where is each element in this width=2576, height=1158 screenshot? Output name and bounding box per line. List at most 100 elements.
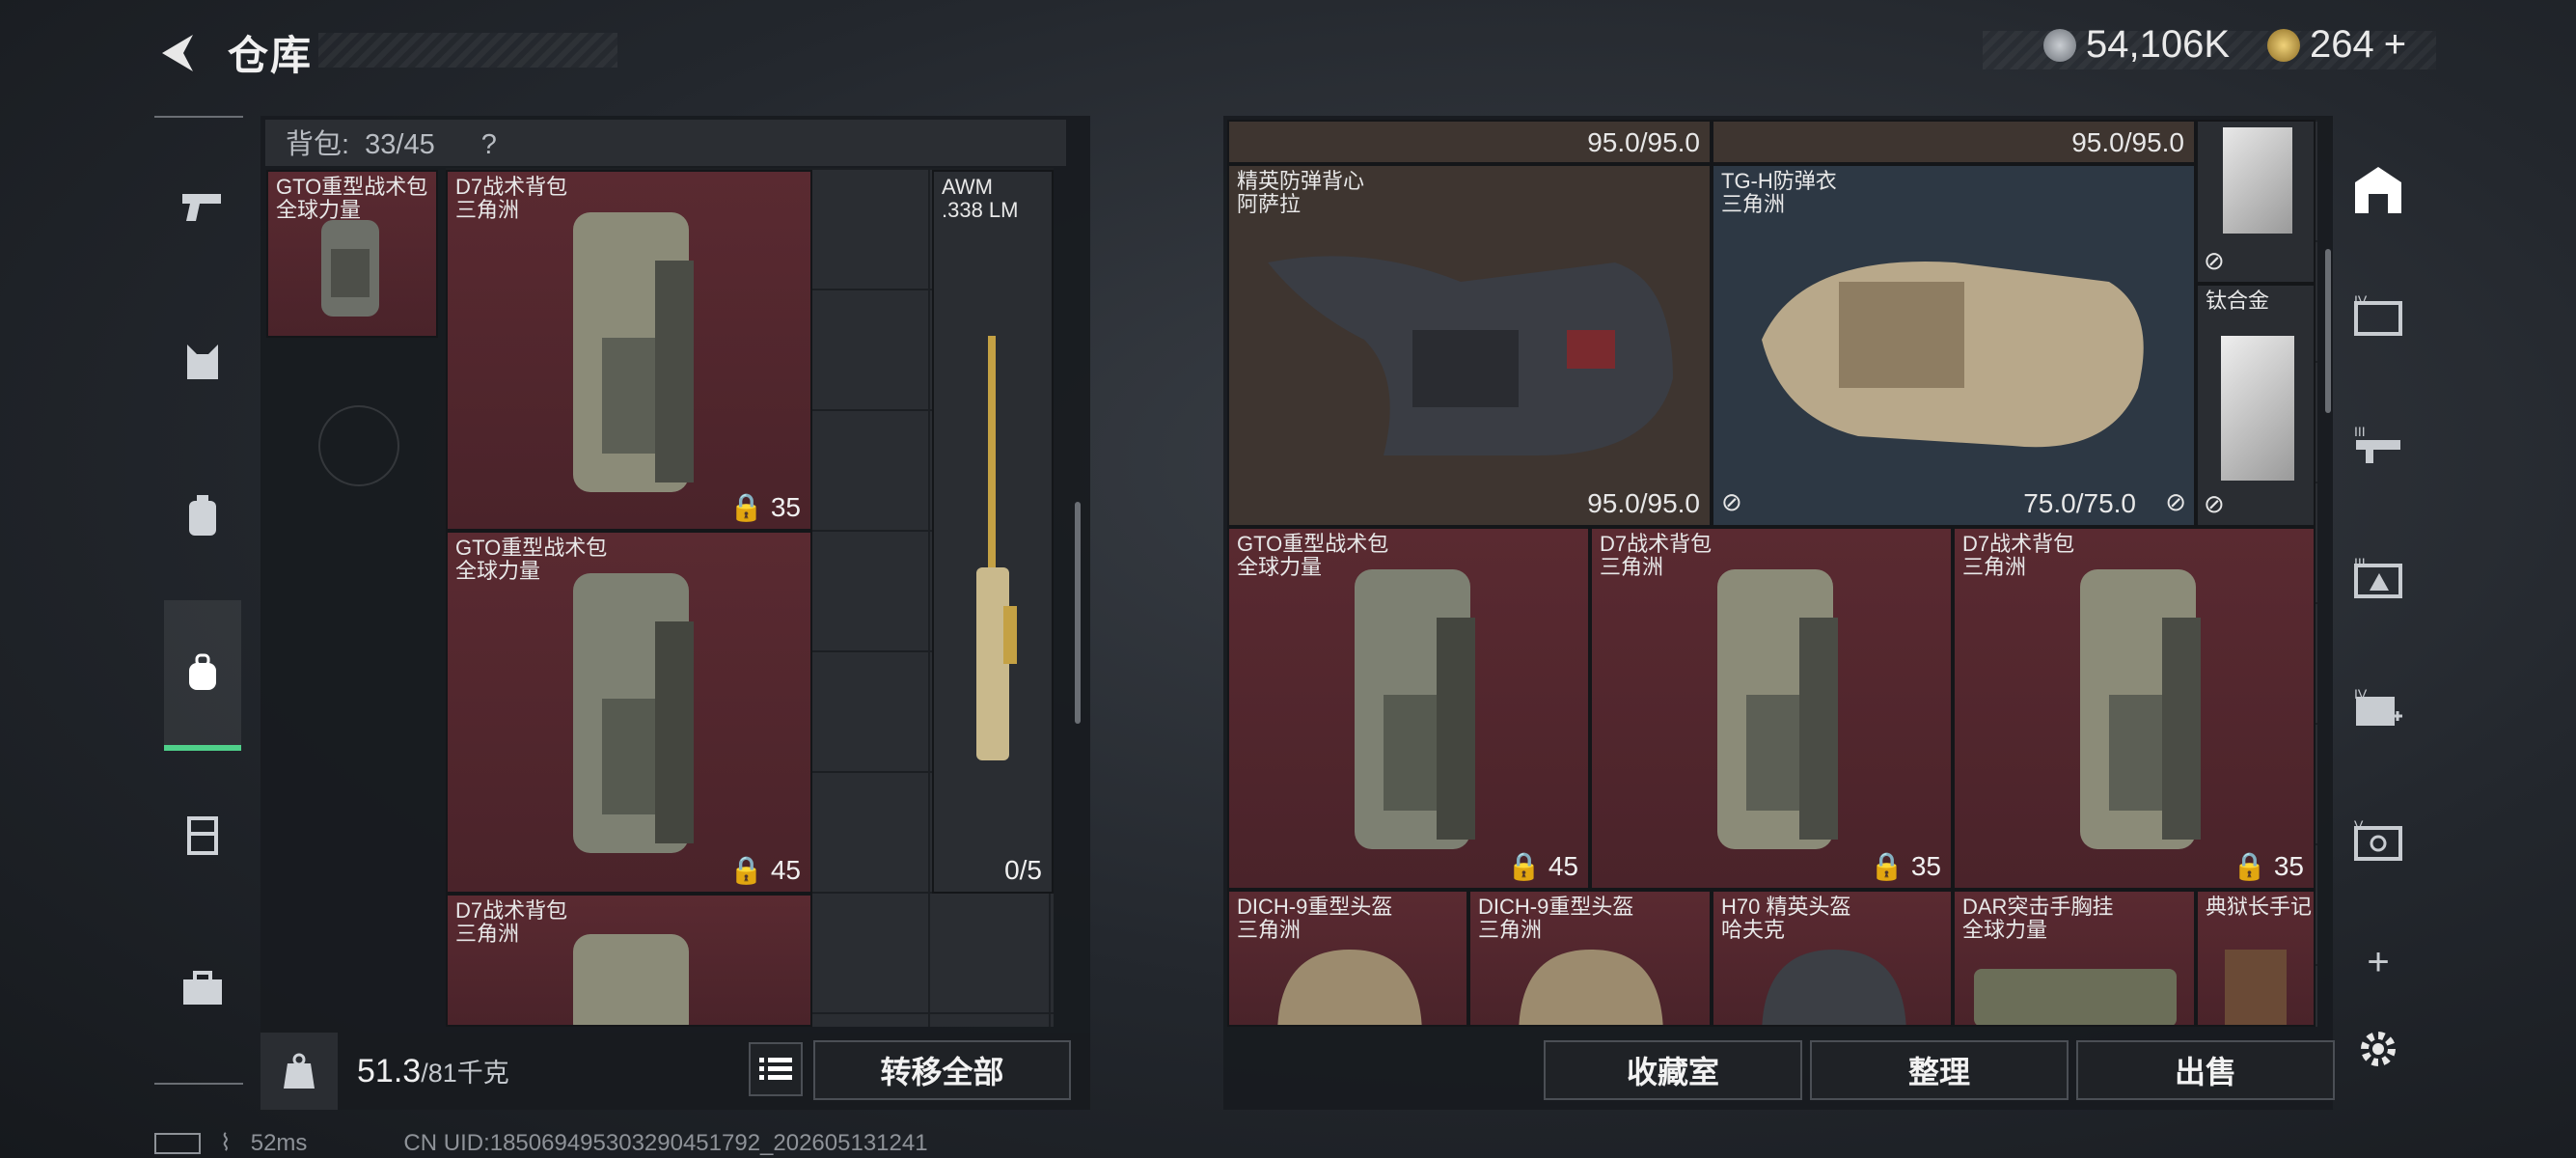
backpack-capacity: 33/45 bbox=[365, 129, 435, 160]
helmet-item[interactable]: DICH-9重型头盔 三角洲 bbox=[1468, 890, 1712, 1027]
helmet-item[interactable]: DICH-9重型头盔 三角洲 bbox=[1227, 890, 1468, 1027]
rail-chest-rig[interactable] bbox=[164, 762, 241, 907]
item-label: D7战术背包 三角洲 bbox=[455, 898, 568, 946]
storage-top-item[interactable]: 95.0/95.0 bbox=[1227, 120, 1712, 164]
sell-button[interactable]: 出售 bbox=[2076, 1040, 2335, 1100]
add-currency-icon[interactable]: + bbox=[2384, 23, 2406, 67]
helmet-icon bbox=[1762, 950, 1906, 1025]
drop-target-icon bbox=[318, 405, 399, 486]
backpack-caption-label: 背包: bbox=[286, 129, 350, 160]
storage-top-item[interactable]: 95.0/95.0 bbox=[1712, 120, 2196, 164]
rail-armor[interactable] bbox=[164, 290, 241, 434]
status-bar: ⌇ 52ms CN UID:185069495303290451792_2026… bbox=[154, 1129, 928, 1157]
rail-backpack[interactable] bbox=[164, 600, 241, 751]
weight-current: 51.3 bbox=[357, 1053, 422, 1089]
storage-tab-5[interactable]: V bbox=[2344, 807, 2412, 874]
backpack-item-icon bbox=[573, 934, 689, 1025]
armor-storage-icon: III bbox=[2354, 556, 2402, 598]
item-capacity: 🔒 45 bbox=[1507, 851, 1578, 881]
transfer-all-button[interactable]: 转移全部 bbox=[813, 1040, 1071, 1100]
armor-plate-icon bbox=[189, 495, 216, 536]
storage-tab-3-armor[interactable]: III bbox=[2344, 544, 2412, 612]
medical-storage-icon: IV bbox=[2354, 687, 2402, 726]
ping-value: 52ms bbox=[250, 1129, 308, 1156]
item-capacity: 🔒 45 bbox=[729, 855, 801, 885]
plate-icon bbox=[2221, 336, 2294, 481]
item-durability: 95.0/95.0 bbox=[1587, 127, 1700, 157]
item-capacity: 🔒 35 bbox=[1870, 851, 1941, 881]
currency-coins: 54,106K bbox=[2043, 23, 2230, 67]
backpack-item-icon bbox=[573, 573, 694, 853]
storage-tab-3-weapon[interactable]: III bbox=[2344, 413, 2412, 481]
backpack-item-icon bbox=[1355, 569, 1475, 849]
chest-rig-item[interactable]: DAR突击手胸挂 全球力量 bbox=[1953, 890, 2196, 1027]
backpack-item[interactable]: D7战术背包 三角洲 🔒 35 bbox=[1953, 527, 2316, 890]
backpack-item-icon bbox=[321, 220, 379, 317]
plate-item[interactable]: 钛合金 ⊘ bbox=[2196, 284, 2316, 527]
currency-premium[interactable]: 264 + bbox=[2267, 23, 2406, 67]
helmet-icon bbox=[1519, 950, 1663, 1025]
armor-item[interactable]: TG-H防弹衣 三角洲 ⊘ 75.0/75.0 ⊘ bbox=[1712, 164, 2196, 527]
weapon-storage-icon: III bbox=[2354, 425, 2400, 463]
settings-gear-icon[interactable] bbox=[2344, 1015, 2412, 1083]
vest-icon bbox=[187, 345, 218, 379]
backpack-item[interactable]: D7战术背包 三角洲 🔒 35 bbox=[446, 170, 812, 531]
backpack-item-icon bbox=[573, 212, 694, 492]
storage-scrollbar[interactable] bbox=[2325, 249, 2331, 413]
item-label: DAR突击手胸挂 全球力量 bbox=[1962, 895, 2114, 942]
uid-text: CN UID:185069495303290451792_20260513124… bbox=[403, 1129, 928, 1156]
storage-home-tab[interactable] bbox=[2344, 156, 2412, 224]
sniper-rifle-icon bbox=[976, 336, 1017, 760]
equipped-backpack-slot[interactable]: GTO重型战术包 全球力量 bbox=[266, 170, 438, 338]
case-icon bbox=[183, 971, 222, 1005]
svg-text:III: III bbox=[2354, 556, 2366, 570]
title-decoration bbox=[318, 33, 617, 68]
backpack-item[interactable]: GTO重型战术包 全球力量 🔒 45 bbox=[1227, 527, 1590, 890]
collection-room-button[interactable]: 收藏室 bbox=[1544, 1040, 1802, 1100]
rail-helmet[interactable] bbox=[164, 444, 241, 589]
sort-button[interactable]: 整理 bbox=[1810, 1040, 2069, 1100]
premium-coin-icon bbox=[2267, 28, 2300, 62]
backpack-scrollbar[interactable] bbox=[1075, 502, 1081, 724]
back-arrow-icon[interactable] bbox=[154, 29, 203, 77]
wifi-icon: ⌇ bbox=[220, 1130, 232, 1156]
svg-text:IV: IV bbox=[2354, 293, 2368, 308]
item-capacity: 🔒 35 bbox=[2233, 851, 2304, 881]
storage-tab-4-medical[interactable]: IV bbox=[2344, 676, 2412, 743]
rail-weapons[interactable] bbox=[164, 135, 241, 280]
item-durability: 75.0/75.0 bbox=[2023, 488, 2136, 518]
armor-item[interactable]: 精英防弹背心 阿萨拉 95.0/95.0 bbox=[1227, 164, 1712, 527]
weapon-item[interactable]: AWM .338 LM 0/5 bbox=[932, 170, 1054, 894]
notebook-item[interactable]: 典狱长手记 bbox=[2196, 890, 2316, 1027]
warehouse-icon bbox=[2355, 167, 2401, 213]
item-capacity: 🔒 35 bbox=[729, 492, 801, 522]
no-repair-icon: ⊘ bbox=[1721, 487, 1742, 516]
add-storage-icon[interactable]: + bbox=[2344, 928, 2412, 996]
item-capacity-value: 35 bbox=[2273, 851, 2304, 881]
backpack-item[interactable]: GTO重型战术包 全球力量 🔒 45 bbox=[446, 531, 812, 894]
backpack-item-icon bbox=[1717, 569, 1838, 849]
item-label: DICH-9重型头盔 三角洲 bbox=[1478, 895, 1634, 942]
list-view-icon[interactable] bbox=[749, 1042, 803, 1096]
storage-tab-4[interactable]: IV bbox=[2344, 282, 2412, 349]
svg-text:III: III bbox=[2354, 425, 2366, 439]
item-label: 典狱长手记 bbox=[2206, 895, 2313, 919]
item-capacity-value: 35 bbox=[770, 492, 801, 522]
item-capacity-value: 35 bbox=[1910, 851, 1941, 881]
help-icon[interactable]: ? bbox=[481, 129, 497, 160]
plate-item[interactable]: ⊘ bbox=[2196, 120, 2316, 284]
rail-case[interactable] bbox=[164, 917, 241, 1062]
backpack-item[interactable]: D7战术背包 三角洲 🔒 35 bbox=[1590, 527, 1953, 890]
page-title: 仓库 bbox=[228, 33, 314, 78]
no-repair-icon: ⊘ bbox=[2165, 487, 2186, 516]
item-label: DICH-9重型头盔 三角洲 bbox=[1237, 895, 1393, 942]
backpack-item[interactable]: D7战术背包 三角洲 bbox=[446, 894, 812, 1027]
svg-text:V: V bbox=[2354, 818, 2364, 833]
item-label: 钛合金 bbox=[2206, 289, 2270, 313]
item-label: 精英防弹背心 阿萨拉 bbox=[1237, 169, 1365, 216]
storage-expansion-icon: IV bbox=[2354, 293, 2402, 336]
helmet-item[interactable]: H70 精英头盔 哈夫克 bbox=[1712, 890, 1953, 1027]
weight-icon bbox=[260, 1033, 338, 1110]
currency-coins-value: 54,106K bbox=[2086, 23, 2231, 66]
backpack-item-icon bbox=[2080, 569, 2201, 849]
